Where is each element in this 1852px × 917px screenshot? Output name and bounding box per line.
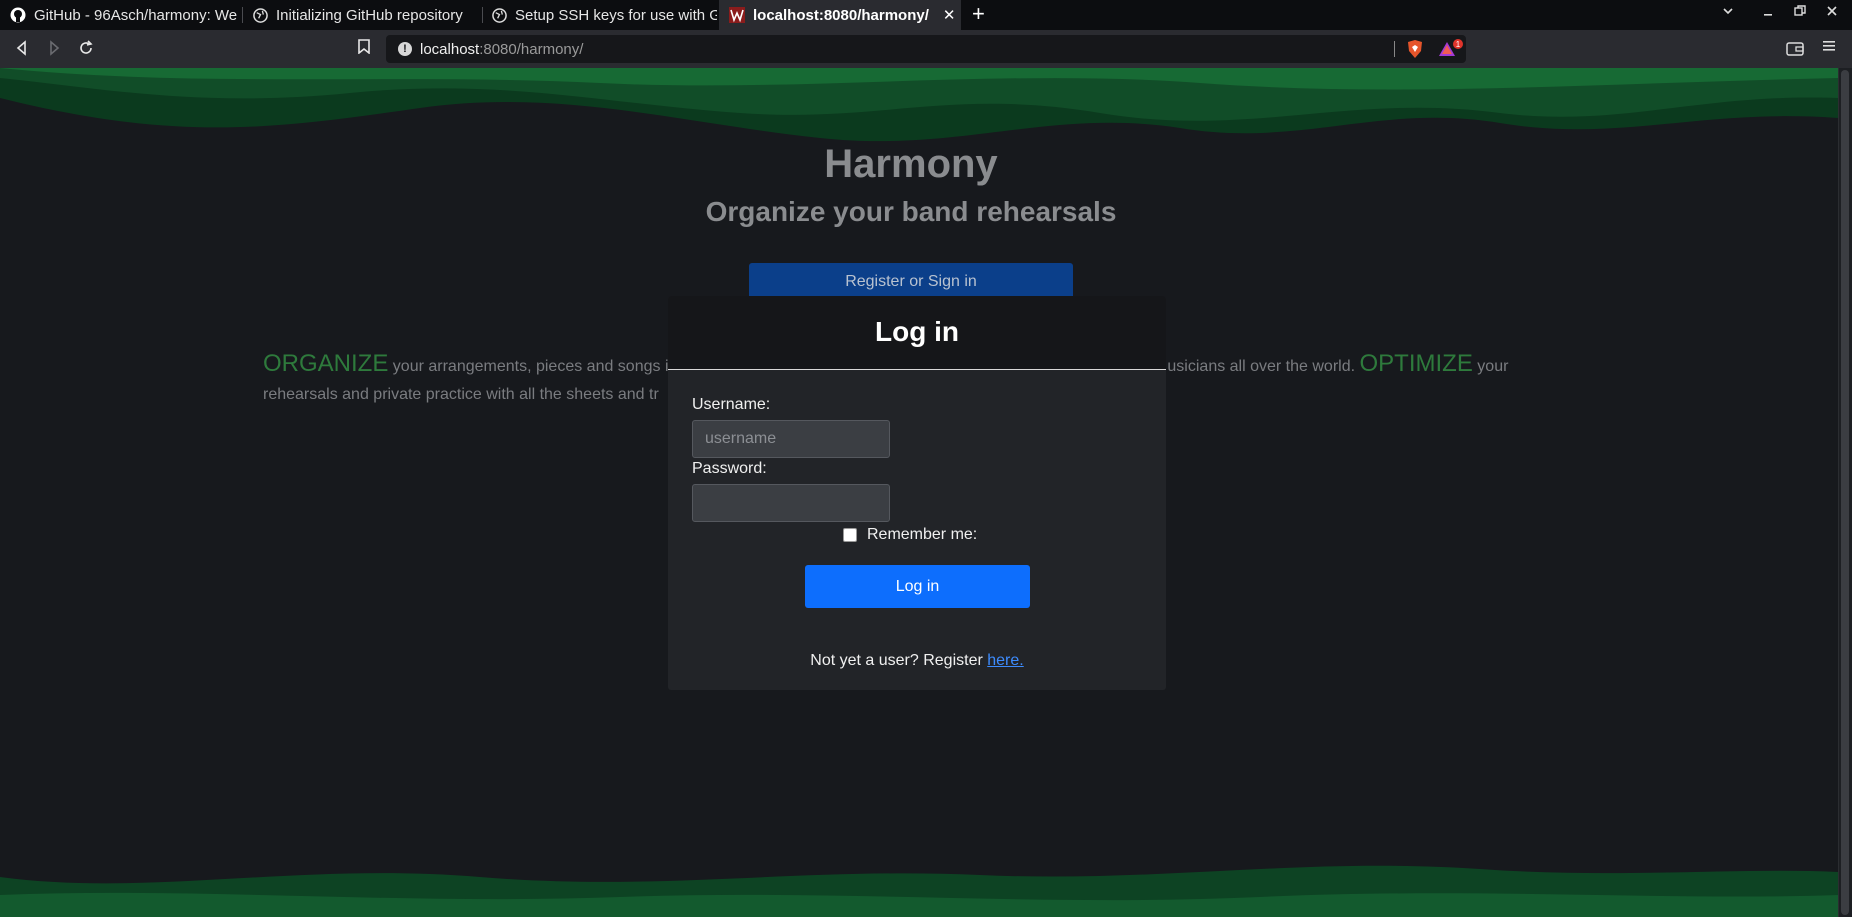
username-label: Username: [692,396,771,413]
rewards-count: 1 [1456,40,1461,49]
remember-me-checkbox[interactable] [843,528,857,542]
brave-shields-icon[interactable] [1406,39,1424,64]
close-window-icon[interactable] [1826,4,1838,21]
bottom-wave-decoration [0,865,1838,917]
site-info-icon[interactable]: ! [398,42,412,56]
forward-icon[interactable] [46,40,64,58]
page-subtitle: Organize your band rehearsals [705,196,1117,227]
github-icon [10,7,26,23]
menu-icon[interactable] [1822,39,1836,58]
modal-title: Log in [875,316,959,347]
url-text[interactable]: localhost:8080/harmony/ [420,41,583,58]
scrollbar-thumb[interactable] [1841,70,1849,915]
tab-initializing[interactable]: Initializing GitHub repository [252,0,478,30]
page-title: Harmony [824,142,998,186]
minimize-icon[interactable] [1762,4,1774,21]
organize-highlight: ORGANIZE [263,350,389,377]
tab-title: Initializing GitHub repository [276,6,463,24]
register-prompt: Not yet a user? Register here. [668,652,1166,670]
brave-rewards-icon[interactable]: 1 [1438,39,1464,64]
register-prompt-text: Not yet a user? Register [810,652,988,669]
reload-icon[interactable] [78,40,96,58]
username-input[interactable] [692,420,890,458]
intro-text: your [1472,358,1509,375]
optimize-highlight: OPTIMIZE [1359,350,1473,377]
tab-separator [242,7,243,23]
tab-title: GitHub - 96Asch/harmony: We [34,6,238,24]
register-link[interactable]: here. [987,652,1023,669]
address-bar[interactable]: ! localhost:8080/harmony/ 1 [386,35,1466,63]
url-divider [1394,41,1395,57]
wallet-icon[interactable] [1786,42,1804,61]
tab-separator [482,7,483,23]
back-icon[interactable] [14,40,32,58]
globe-icon [491,7,507,23]
close-tab-icon[interactable]: ✕ [943,6,956,24]
remember-me-label: Remember me: [867,526,978,543]
restore-icon[interactable] [1794,4,1806,21]
new-tab-button[interactable]: + [972,3,985,25]
tab-localhost[interactable]: localhost:8080/harmony/ ✕ [719,0,961,30]
page-favicon-icon [729,7,745,23]
globe-icon [252,7,268,23]
intro-text: usicians all over the world. [1167,358,1360,375]
tab-bar: GitHub - 96Asch/harmony: We Initializing… [0,0,1852,30]
login-modal: Log in Username: Password: Remember me: … [668,296,1166,690]
intro-text: rehearsals and private practice with all… [263,386,659,403]
browser-toolbar: ! localhost:8080/harmony/ 1 [0,30,1852,68]
remember-me-row: Remember me: [843,526,977,544]
tab-title: localhost:8080/harmony/ [753,6,929,24]
bookmark-icon[interactable] [358,39,370,59]
tab-title: Setup SSH keys for use with G [515,6,717,24]
tab-ssh-keys[interactable]: Setup SSH keys for use with G [491,0,717,30]
login-submit-button[interactable]: Log in [805,565,1030,608]
tab-list-chevron-icon[interactable] [1722,4,1734,21]
password-input[interactable] [692,484,890,522]
modal-header: Log in [668,296,1166,370]
tab-github[interactable]: GitHub - 96Asch/harmony: We [10,0,240,30]
intro-text: your arrangements, pieces and songs in [388,358,678,375]
password-label: Password: [692,460,767,477]
